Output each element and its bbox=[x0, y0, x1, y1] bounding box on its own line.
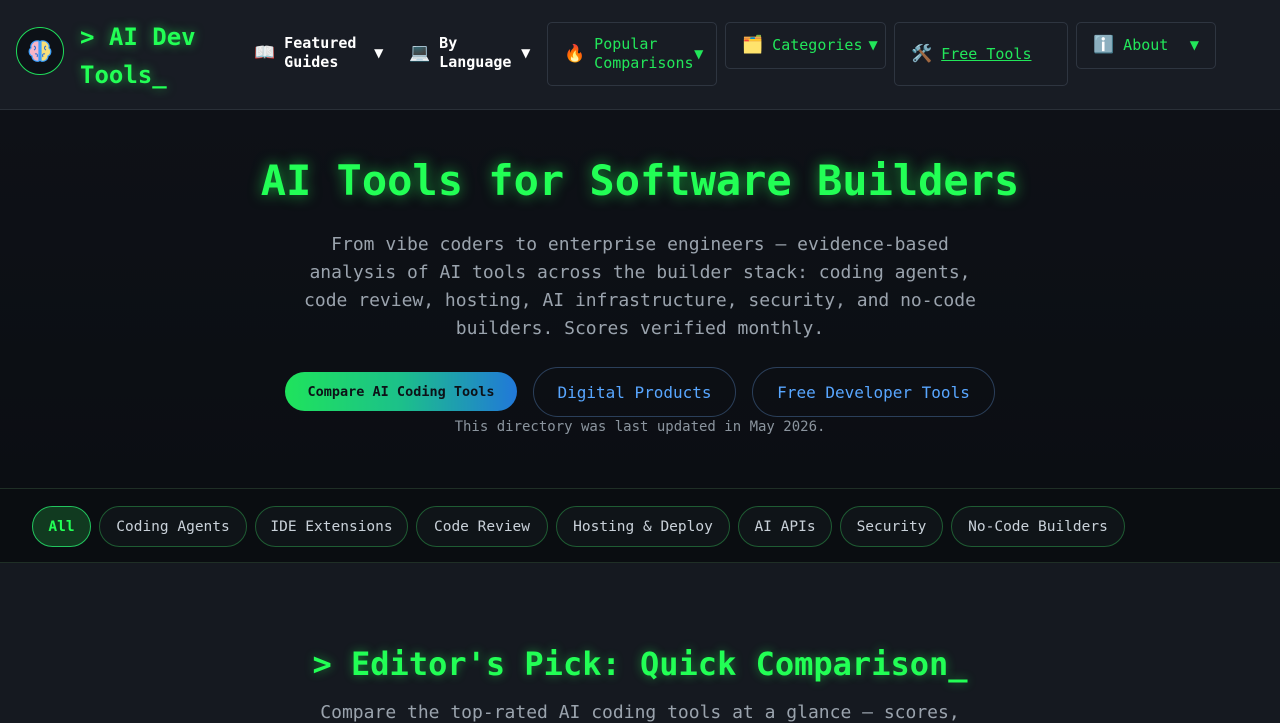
nav-popular-comparisons[interactable]: 🔥 Popular Comparisons ▼ bbox=[547, 22, 717, 86]
digital-products-button[interactable]: Digital Products bbox=[533, 367, 736, 417]
editors-pick-title: > Editor's Pick: Quick Comparison_ bbox=[312, 645, 968, 683]
hero-title: AI Tools for Software Builders bbox=[260, 156, 1020, 205]
filter-chip-security[interactable]: Security bbox=[840, 506, 943, 547]
nav-popular-comparisons-label: Popular Comparisons bbox=[594, 35, 694, 72]
filter-chip-code-review[interactable]: Code Review bbox=[416, 506, 548, 547]
nav-by-language-label: By Language bbox=[439, 34, 512, 71]
info-icon: ℹ️ bbox=[1093, 35, 1115, 55]
nav-featured-guides-label: Featured Guides bbox=[284, 34, 357, 71]
folder-icon: 🗂️ bbox=[742, 35, 764, 55]
tools-icon: 🛠️ bbox=[911, 43, 933, 64]
brain-icon[interactable] bbox=[16, 27, 64, 75]
filter-chip-no-code-builders[interactable]: No-Code Builders bbox=[951, 506, 1125, 547]
nav-categories-label: Categories bbox=[772, 36, 863, 54]
filter-chip-coding-agents[interactable]: Coding Agents bbox=[99, 506, 247, 547]
chevron-down-icon: ▼ bbox=[374, 45, 384, 60]
free-developer-tools-button[interactable]: Free Developer Tools bbox=[752, 367, 995, 417]
nav-by-language[interactable]: 💻 By Language ▼ bbox=[409, 34, 530, 72]
filter-chip-ide-extensions[interactable]: IDE Extensions bbox=[255, 506, 408, 547]
nav-about[interactable]: ℹ️ About ▼ bbox=[1076, 22, 1216, 69]
last-updated-note: This directory was last updated in May 2… bbox=[454, 419, 826, 435]
nav-featured-guides[interactable]: 📖 Featured Guides ▼ bbox=[254, 34, 383, 72]
category-filter-bar: All Coding Agents IDE Extensions Code Re… bbox=[0, 488, 1280, 563]
compare-ai-coding-tools-button[interactable]: Compare AI Coding Tools bbox=[285, 372, 517, 411]
brain-icon-graphic bbox=[28, 40, 52, 62]
nav-about-label: About bbox=[1123, 36, 1169, 54]
chevron-down-icon: ▼ bbox=[1189, 38, 1199, 52]
nav-categories[interactable]: 🗂️ Categories ▼ bbox=[725, 22, 886, 69]
site-header: > AI Dev Tools_ 📖 Featured Guides ▼ 💻 By… bbox=[0, 0, 1280, 110]
fire-icon: 🔥 bbox=[564, 43, 586, 64]
hero-subtitle: From vibe coders to enterprise engineers… bbox=[304, 234, 976, 339]
nav-free-tools-link[interactable]: Free Tools bbox=[941, 45, 1031, 64]
laptop-icon: 💻 bbox=[409, 42, 431, 63]
filter-chip-hosting-deploy[interactable]: Hosting & Deploy bbox=[556, 506, 730, 547]
chevron-down-icon: ▼ bbox=[868, 38, 878, 52]
filter-chip-ai-apis[interactable]: AI APIs bbox=[738, 506, 832, 547]
site-logo-text[interactable]: > AI Dev Tools_ bbox=[80, 18, 230, 94]
hero-section: AI Tools for Software Builders From vibe… bbox=[0, 110, 1280, 488]
chevron-down-icon: ▼ bbox=[694, 46, 704, 61]
chevron-down-icon: ▼ bbox=[521, 45, 531, 60]
nav-free-tools[interactable]: 🛠️ Free Tools bbox=[894, 22, 1068, 86]
filter-chip-all[interactable]: All bbox=[32, 506, 91, 547]
book-icon: 📖 bbox=[254, 42, 276, 63]
